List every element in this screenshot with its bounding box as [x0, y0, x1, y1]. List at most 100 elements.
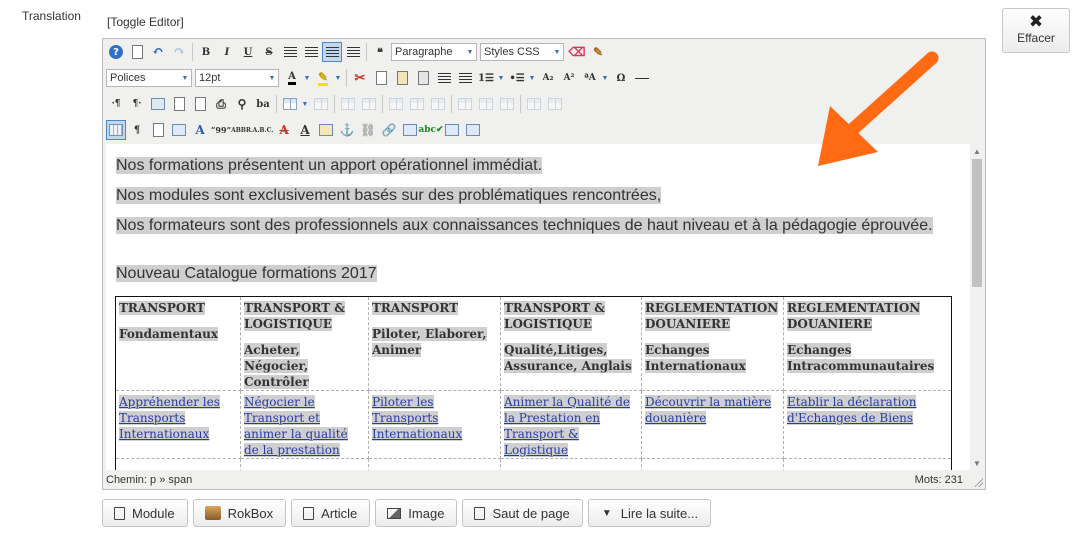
source-code-icon[interactable]	[190, 94, 210, 114]
insert-text-icon[interactable]: A	[295, 120, 315, 140]
unlink-icon[interactable]: ⛓	[358, 120, 378, 140]
scroll-down-icon[interactable]: ▼	[970, 456, 984, 470]
table-delete-icon[interactable]	[311, 94, 331, 114]
horizontal-rule-icon[interactable]	[632, 68, 652, 88]
cut-icon[interactable]: ✂	[350, 68, 370, 88]
fullscreen-icon[interactable]	[148, 94, 168, 114]
font-family-select[interactable]: Polices ▼	[106, 69, 192, 87]
rokbox-button[interactable]: RokBox	[192, 499, 287, 527]
attributes-icon[interactable]	[316, 120, 336, 140]
copy-icon[interactable]	[371, 68, 391, 88]
eraser-icon[interactable]: ⌫	[567, 42, 587, 62]
image-insert-icon[interactable]	[400, 120, 420, 140]
split-cells-icon[interactable]	[524, 94, 544, 114]
strikethrough-icon[interactable]: S	[259, 42, 279, 62]
scroll-up-icon[interactable]: ▲	[970, 144, 984, 158]
delete-text-icon[interactable]: A	[274, 120, 294, 140]
catalog-link[interactable]: Animer la Qualité de la Prestation en Tr…	[504, 395, 630, 457]
format-brush-icon[interactable]: ✎	[588, 42, 608, 62]
paste-icon[interactable]	[392, 68, 412, 88]
chevron-down-icon[interactable]: ▼	[334, 68, 342, 88]
catalog-link[interactable]: Négocier le Transport et animer la quali…	[244, 395, 348, 457]
catalog-link[interactable]: Piloter les Transports Internationaux	[372, 395, 463, 441]
chevron-down-icon[interactable]: ▼	[528, 68, 536, 88]
read-more-button[interactable]: ▼ Lire la suite...	[587, 499, 712, 527]
media-icon[interactable]	[442, 120, 462, 140]
redo-icon[interactable]: ↷	[169, 42, 189, 62]
row-after-icon[interactable]	[407, 94, 427, 114]
help-icon[interactable]: ?	[106, 42, 126, 62]
table-row-props-icon[interactable]	[338, 94, 358, 114]
indent-icon[interactable]	[434, 68, 454, 88]
anchor-icon[interactable]: ⚓	[337, 120, 357, 140]
search-icon[interactable]: ⚲	[232, 94, 252, 114]
editor-content-area[interactable]: Nos formations présentent un apport opér…	[106, 144, 970, 470]
chevron-down-icon[interactable]: ▼	[497, 68, 505, 88]
styles-select[interactable]: Styles CSS ▼	[480, 43, 564, 61]
toolbar-row-1: ? ↶ ↷ B I U S ❝ Paragraphe ▼ Styles CSS …	[106, 41, 609, 63]
col-delete-icon[interactable]	[497, 94, 517, 114]
paste-text-icon[interactable]	[413, 68, 433, 88]
acronym-icon[interactable]: A.B.C.	[253, 120, 274, 140]
catalog-link[interactable]: Appréhender les Transports Internationau…	[119, 395, 220, 441]
col-after-icon[interactable]	[476, 94, 496, 114]
format-select[interactable]: Paragraphe ▼	[391, 43, 477, 61]
rtl-icon[interactable]: ¶·	[127, 94, 147, 114]
preview-icon[interactable]	[169, 94, 189, 114]
special-char-icon[interactable]: Ω	[611, 68, 631, 88]
template-icon[interactable]	[148, 120, 168, 140]
text-color-icon[interactable]: A	[282, 68, 302, 88]
chevron-down-icon[interactable]: ▼	[601, 68, 609, 88]
new-document-icon[interactable]	[127, 42, 147, 62]
blockquote-icon[interactable]: ❝	[370, 42, 390, 62]
module-button[interactable]: Module	[102, 499, 188, 527]
chevron-down-icon[interactable]: ▼	[301, 94, 309, 114]
abbr-icon[interactable]: ABBR.	[231, 120, 253, 140]
cite-icon[interactable]: “99”	[211, 120, 231, 140]
catalog-link[interactable]: Découvrir la matière douanière	[645, 395, 772, 425]
align-justify-icon[interactable]	[280, 42, 300, 62]
undo-icon[interactable]: ↶	[148, 42, 168, 62]
subscript-icon[interactable]: A₂	[538, 68, 558, 88]
spellcheck-icon[interactable]: abc✔	[418, 120, 443, 140]
catalog-link[interactable]: Etablir la déclaration d'Echanges de Bie…	[787, 395, 917, 425]
table-cell-props-icon[interactable]	[359, 94, 379, 114]
align-right-icon[interactable]	[343, 42, 363, 62]
scrollbar-thumb[interactable]	[972, 159, 982, 287]
iframe-icon[interactable]	[463, 120, 483, 140]
resize-handle-icon[interactable]	[973, 477, 983, 487]
style-props-icon[interactable]: A	[190, 120, 210, 140]
underline-icon[interactable]: U	[238, 42, 258, 62]
show-blocks-icon[interactable]: ¶	[127, 120, 147, 140]
superscript-icon[interactable]: A²	[559, 68, 579, 88]
row-delete-icon[interactable]	[428, 94, 448, 114]
bold-icon[interactable]: B	[196, 42, 216, 62]
visual-aid-icon[interactable]	[106, 120, 126, 140]
page-break-button[interactable]: Saut de page	[462, 499, 583, 527]
col-before-icon[interactable]	[455, 94, 475, 114]
outdent-icon[interactable]	[455, 68, 475, 88]
chevron-down-icon[interactable]: ▼	[303, 68, 311, 88]
merge-cells-icon[interactable]	[545, 94, 565, 114]
article-button[interactable]: Article	[291, 499, 371, 527]
italic-icon[interactable]: I	[217, 42, 237, 62]
table-insert-icon[interactable]	[280, 94, 300, 114]
numbered-list-icon[interactable]: 1☰	[476, 68, 496, 88]
align-center-icon[interactable]	[301, 42, 321, 62]
row-before-icon[interactable]	[386, 94, 406, 114]
print-icon[interactable]: ⎙	[211, 94, 231, 114]
vertical-scrollbar[interactable]: ▲ ▼	[970, 144, 984, 470]
image-button[interactable]: Image	[375, 499, 458, 527]
ltr-icon[interactable]: ·¶	[106, 94, 126, 114]
replace-icon[interactable]: ba	[253, 94, 273, 114]
case-change-icon[interactable]: ªA	[580, 68, 600, 88]
toggle-editor-link[interactable]: [Toggle Editor]	[107, 15, 184, 29]
clear-button-label: Effacer	[1017, 31, 1055, 45]
clear-button[interactable]: ✖ Effacer	[1002, 8, 1070, 53]
align-left-icon[interactable]	[322, 42, 342, 62]
layer-icon[interactable]	[169, 120, 189, 140]
bullet-list-icon[interactable]: •☰	[507, 68, 527, 88]
font-size-select[interactable]: 12pt ▼	[195, 69, 279, 87]
highlight-color-icon[interactable]: ✎	[313, 68, 333, 88]
link-icon[interactable]: 🔗	[379, 120, 399, 140]
